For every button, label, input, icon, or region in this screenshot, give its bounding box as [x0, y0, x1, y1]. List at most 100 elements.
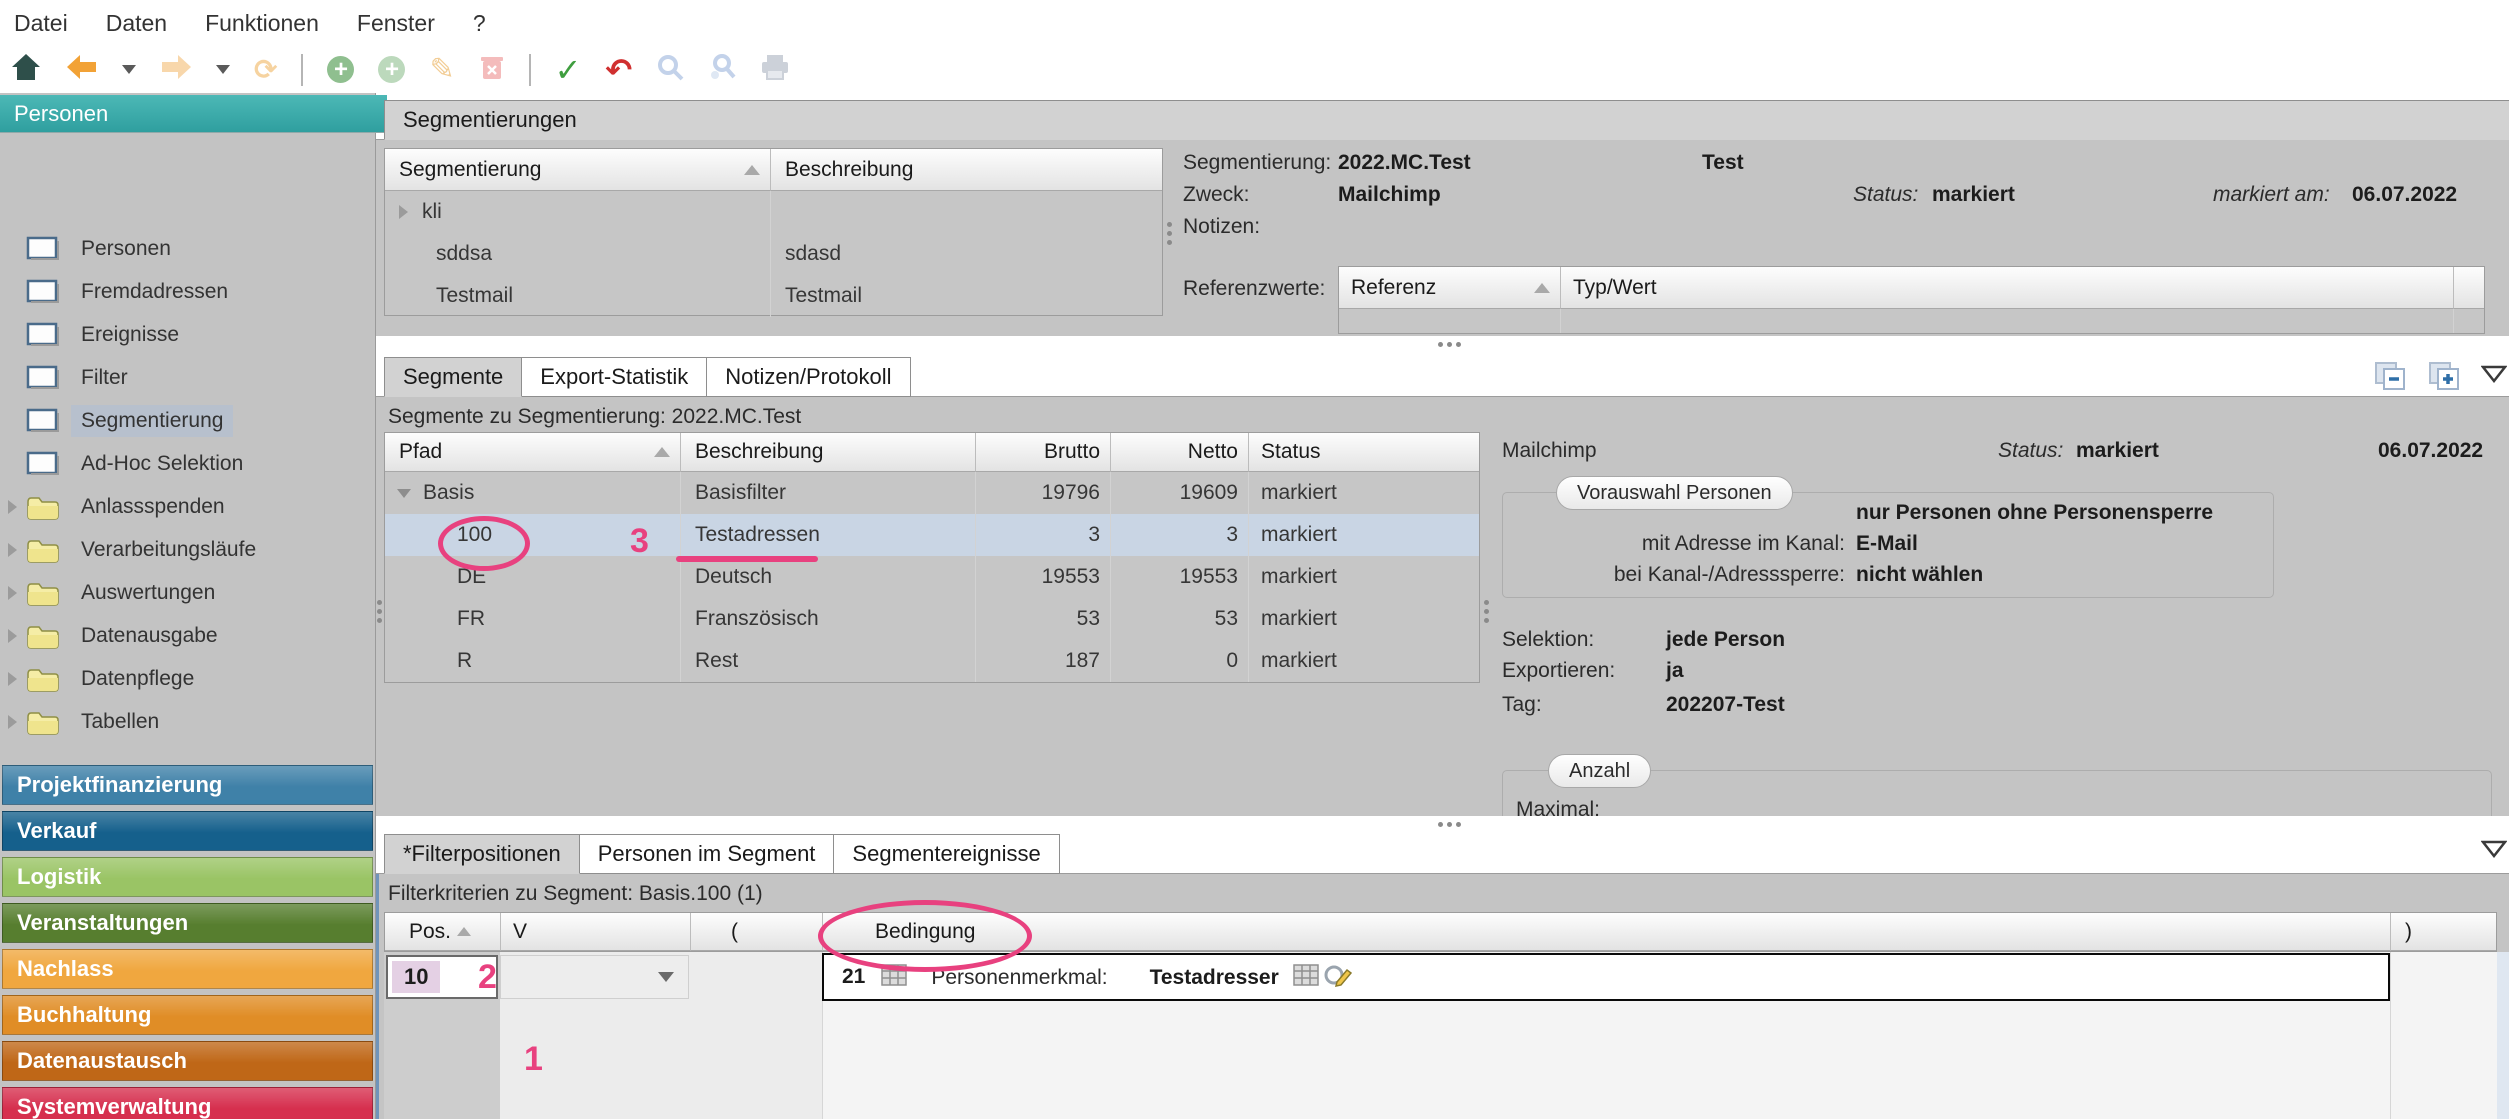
segment-row-fr[interactable]: FR Franszösisch 53 53 markiert: [385, 598, 1479, 640]
column-header-beschreibung[interactable]: Beschreibung: [771, 149, 1162, 191]
bedingung-cell[interactable]: 21 Personenmerkmal: Testadresser: [822, 953, 2390, 1001]
sidebar-item-personen[interactable]: Personen: [0, 227, 375, 270]
scrollbar-track[interactable]: [2497, 952, 2509, 1119]
vertical-splitter-handle[interactable]: [377, 600, 382, 605]
verknuepfung-combobox[interactable]: [500, 955, 689, 999]
segmentierungen-table: Segmentierung Beschreibung kli sddsa sda…: [384, 148, 1163, 316]
expand-panel-icon[interactable]: [2427, 360, 2463, 397]
collapse-panel-icon[interactable]: [2373, 360, 2409, 397]
table-row[interactable]: sddsa sdasd: [385, 233, 1162, 275]
column-header-v[interactable]: V: [501, 913, 691, 951]
sidebar-item-fremdadressen[interactable]: Fremdadressen: [0, 270, 375, 313]
add-copy-icon[interactable]: +: [378, 56, 405, 83]
edit-icon[interactable]: ✎: [429, 55, 454, 85]
module-datenaustausch[interactable]: Datenaustausch: [2, 1041, 373, 1081]
column-header-typ-wert[interactable]: Typ/Wert: [1561, 267, 2454, 309]
expand-icon[interactable]: [8, 715, 17, 729]
tab-export-statistik[interactable]: Export-Statistik: [521, 357, 707, 397]
column-header-status[interactable]: Status: [1249, 433, 1479, 472]
tab-notizen-protokoll[interactable]: Notizen/Protokoll: [706, 357, 910, 397]
column-header-beschreibung[interactable]: Beschreibung: [681, 433, 976, 472]
tab-personen-im-segment[interactable]: Personen im Segment: [579, 834, 835, 874]
expand-icon[interactable]: [8, 543, 17, 557]
tab-segmentereignisse[interactable]: Segmentereignisse: [833, 834, 1059, 874]
module-veranstaltungen[interactable]: Veranstaltungen: [2, 903, 373, 943]
search-icon[interactable]: [656, 53, 684, 86]
add-icon[interactable]: +: [327, 56, 354, 83]
segment-row-basis[interactable]: Basis Basisfilter 19796 19609 markiert: [385, 472, 1479, 514]
panel-menu-icon[interactable]: [2481, 840, 2507, 863]
column-header-brutto[interactable]: Brutto: [976, 433, 1111, 472]
expand-icon[interactable]: [8, 672, 17, 686]
advanced-search-icon[interactable]: [708, 53, 736, 86]
column-header-pfad[interactable]: Pfad: [385, 433, 681, 472]
grid-lookup-icon[interactable]: [881, 964, 907, 991]
back-icon[interactable]: [66, 54, 98, 85]
module-verkauf[interactable]: Verkauf: [2, 811, 373, 851]
confirm-icon[interactable]: ✓: [555, 54, 582, 86]
module-buchhaltung[interactable]: Buchhaltung: [2, 995, 373, 1035]
menu-daten[interactable]: Daten: [106, 10, 167, 37]
segment-row-100-selected[interactable]: 100 Testadressen 3 3 markiert: [385, 514, 1479, 556]
table-row[interactable]: kli: [385, 191, 1162, 233]
sidebar-item-segmentierung[interactable]: Segmentierung: [0, 399, 375, 442]
expand-icon[interactable]: [399, 205, 408, 219]
column-header-segmentierung[interactable]: Segmentierung: [385, 149, 771, 191]
column-header-netto[interactable]: Netto: [1111, 433, 1249, 472]
tab-filterpositionen[interactable]: *Filterpositionen: [384, 834, 580, 874]
vorauswahl-personen-legend[interactable]: Vorauswahl Personen: [1556, 476, 1793, 510]
delete-icon[interactable]: [479, 53, 505, 86]
tab-segmente[interactable]: Segmente: [384, 357, 522, 397]
sidebar-item-tabellen[interactable]: Tabellen: [0, 700, 375, 743]
sidebar-item-label: Verarbeitungsläufe: [71, 534, 266, 566]
column-header-open-paren[interactable]: (: [691, 913, 823, 951]
pos-cell[interactable]: 10: [386, 955, 498, 999]
column-header-referenz[interactable]: Referenz: [1339, 267, 1561, 309]
sidebar-item-datenpflege[interactable]: Datenpflege: [0, 657, 375, 700]
back-dropdown-icon[interactable]: [122, 65, 136, 74]
horizontal-splitter-handle[interactable]: [1438, 822, 1443, 827]
panel-menu-icon[interactable]: [2481, 365, 2507, 388]
segment-row-r[interactable]: R Rest 187 0 markiert: [385, 640, 1479, 682]
grid-lookup-icon[interactable]: [1293, 964, 1319, 991]
module-projektfinanzierung[interactable]: Projektfinanzierung: [2, 765, 373, 805]
anzahl-legend[interactable]: Anzahl: [1548, 754, 1651, 788]
vertical-splitter-handle[interactable]: [1167, 222, 1172, 227]
table-row[interactable]: Testmail Testmail: [385, 275, 1162, 317]
tab-segmentierungen[interactable]: Segmentierungen: [384, 100, 2509, 140]
home-icon[interactable]: [10, 52, 42, 87]
sidebar-item-ereignisse[interactable]: Ereignisse: [0, 313, 375, 356]
column-header-pos[interactable]: Pos.: [385, 913, 501, 951]
expand-icon[interactable]: [8, 629, 17, 643]
menu-fenster[interactable]: Fenster: [357, 10, 435, 37]
horizontal-splitter-handle[interactable]: [1438, 342, 1443, 347]
print-icon[interactable]: [760, 53, 790, 86]
expand-icon[interactable]: [8, 500, 17, 514]
collapse-icon[interactable]: [397, 489, 411, 498]
segment-row-de[interactable]: DE Deutsch 19553 19553 markiert: [385, 556, 1479, 598]
menu-help[interactable]: ?: [473, 10, 486, 37]
menu-datei[interactable]: Datei: [14, 10, 68, 37]
sidebar-header[interactable]: Personen: [0, 95, 387, 133]
edit-condition-icon[interactable]: [1323, 962, 1353, 993]
expand-icon[interactable]: [8, 586, 17, 600]
forward-icon[interactable]: [160, 54, 192, 85]
column-header-close-paren[interactable]: ): [2391, 913, 2496, 951]
undo-icon[interactable]: ↶: [605, 54, 632, 86]
module-logistik[interactable]: Logistik: [2, 857, 373, 897]
sidebar-item-verarbeitungslaeufe[interactable]: Verarbeitungsläufe: [0, 528, 375, 571]
forward-dropdown-icon[interactable]: [216, 65, 230, 74]
sidebar-item-label: Anlassspenden: [71, 491, 235, 523]
sidebar-item-adhoc-selektion[interactable]: Ad-Hoc Selektion: [0, 442, 375, 485]
module-nachlass[interactable]: Nachlass: [2, 949, 373, 989]
sidebar-item-anlassspenden[interactable]: Anlassspenden: [0, 485, 375, 528]
sidebar-item-auswertungen[interactable]: Auswertungen: [0, 571, 375, 614]
sidebar-item-datenausgabe[interactable]: Datenausgabe: [0, 614, 375, 657]
refresh-icon[interactable]: ⟳: [254, 56, 277, 84]
module-systemverwaltung[interactable]: Systemverwaltung: [2, 1087, 373, 1119]
menu-funktionen[interactable]: Funktionen: [205, 10, 319, 37]
vertical-splitter-handle[interactable]: [1484, 600, 1489, 605]
column-header-bedingung[interactable]: Bedingung: [823, 913, 2391, 951]
pos-value[interactable]: 10: [392, 961, 440, 993]
sidebar-item-filter[interactable]: Filter: [0, 356, 375, 399]
